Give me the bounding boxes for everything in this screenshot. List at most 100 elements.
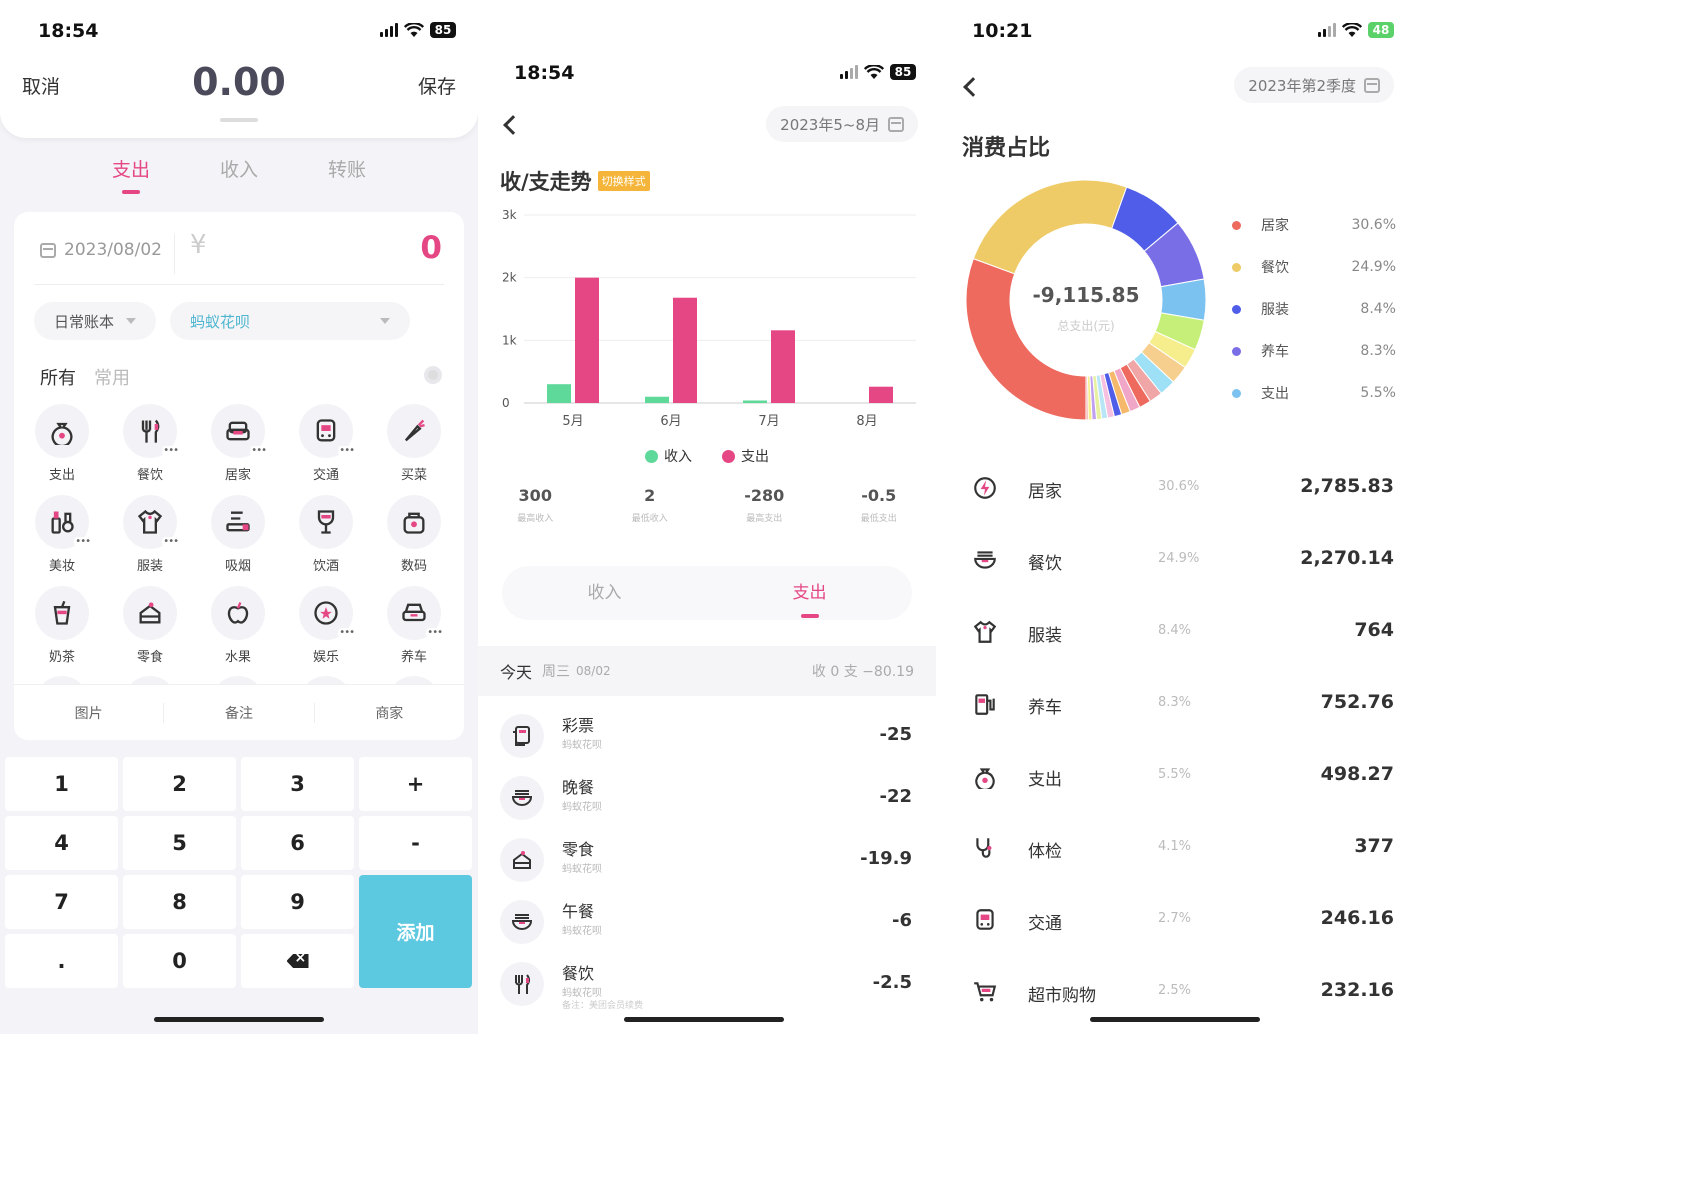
- donut-slice[interactable]: [1085, 375, 1089, 421]
- category-item[interactable]: 吸烟: [194, 495, 282, 574]
- note-button[interactable]: 备注: [164, 702, 315, 723]
- key-3[interactable]: 3: [241, 757, 354, 811]
- category-item[interactable]: 买菜: [370, 404, 458, 483]
- category-item[interactable]: 数码: [370, 495, 458, 574]
- amount-input[interactable]: 0: [420, 230, 442, 266]
- total-amount: -9,115.85: [1033, 283, 1140, 307]
- y-tick-label: 0: [502, 396, 510, 410]
- key-dot[interactable]: .: [5, 934, 118, 988]
- transaction-row[interactable]: 午餐 蚂蚁花呗 -6: [478, 894, 936, 958]
- category-item[interactable]: ••• 养车: [370, 586, 458, 665]
- key-8[interactable]: 8: [123, 875, 236, 929]
- legend-swatch: [1232, 262, 1241, 272]
- ranking-percent: 8.3%: [1158, 695, 1192, 710]
- filter-all[interactable]: 所有: [40, 364, 76, 390]
- date-picker[interactable]: 2023/08/02: [40, 240, 162, 260]
- category-item[interactable]: ••• 交通: [282, 404, 370, 483]
- back-icon[interactable]: [503, 115, 523, 135]
- ranking-row[interactable]: 餐饮 24.9% 2,270.14: [936, 523, 1416, 595]
- key-5[interactable]: 5: [123, 816, 236, 870]
- battery-icon: 85: [430, 22, 456, 38]
- date-range-picker[interactable]: 2023年第2季度: [1234, 67, 1394, 103]
- expense-bar[interactable]: [673, 297, 697, 403]
- tab-income[interactable]: 收入: [220, 155, 258, 182]
- expense-bar[interactable]: [869, 386, 893, 403]
- income-bar[interactable]: [743, 400, 767, 403]
- key-1[interactable]: 1: [5, 757, 118, 811]
- key-2[interactable]: 2: [123, 757, 236, 811]
- key-minus[interactable]: -: [359, 816, 472, 870]
- category-item[interactable]: 支出: [18, 404, 106, 483]
- ranking-row[interactable]: 支出 5.5% 498.27: [936, 739, 1416, 811]
- chart-title-text: 收/支走势: [500, 170, 592, 194]
- category-item[interactable]: 零食: [106, 586, 194, 665]
- category-label: 支出: [48, 468, 75, 483]
- bus-icon: [972, 907, 998, 933]
- category-item[interactable]: 水果: [194, 586, 282, 665]
- category-item[interactable]: ••• 服装: [106, 495, 194, 574]
- transaction-row[interactable]: 零食 蚂蚁花呗 -19.9: [478, 832, 936, 896]
- key-0[interactable]: 0: [123, 934, 236, 988]
- account-select[interactable]: 蚂蚁花呗: [170, 302, 410, 340]
- income-bar[interactable]: [547, 384, 571, 403]
- legend-name: 支出: [1261, 386, 1289, 402]
- transaction-account: 蚂蚁花呗: [562, 864, 602, 875]
- category-item[interactable]: 饮酒: [282, 495, 370, 574]
- segment-income[interactable]: 收入: [502, 566, 707, 620]
- ranking-row[interactable]: 居家 30.6% 2,785.83: [936, 451, 1416, 523]
- sheet-handle[interactable]: [220, 118, 258, 122]
- key-6[interactable]: 6: [241, 816, 354, 870]
- total-label: 总支出(元): [1057, 319, 1114, 333]
- tab-transfer[interactable]: 转账: [328, 155, 366, 182]
- transaction-account: 蚂蚁花呗: [562, 926, 602, 937]
- segment-expense[interactable]: 支出: [707, 566, 912, 620]
- ranking-row[interactable]: 交通 2.7% 246.16: [936, 883, 1416, 955]
- ledger-select[interactable]: 日常账本: [34, 302, 156, 340]
- image-button[interactable]: 图片: [14, 702, 165, 723]
- transaction-row[interactable]: 餐饮 蚂蚁花呗 备注：美团会员续费 -2.5: [478, 956, 936, 1020]
- expense-bar[interactable]: [771, 330, 795, 403]
- bowl-icon: [972, 547, 998, 573]
- key-plus[interactable]: +: [359, 757, 472, 811]
- backspace-key[interactable]: [241, 934, 354, 988]
- back-icon[interactable]: [963, 77, 983, 97]
- income-bar[interactable]: [645, 396, 669, 403]
- car-icon: •••: [387, 586, 443, 640]
- switch-style-button[interactable]: 切换样式: [597, 171, 650, 191]
- category-item[interactable]: ••• 美妆: [18, 495, 106, 574]
- key-4[interactable]: 4: [5, 816, 118, 870]
- date-range-value: 2023年5~8月: [780, 115, 880, 134]
- ranking-row[interactable]: 养车 8.3% 752.76: [936, 667, 1416, 739]
- legend-name: 养车: [1261, 344, 1289, 360]
- ranking-row[interactable]: 体检 4.1% 377: [936, 811, 1416, 883]
- date-range-picker[interactable]: 2023年5~8月: [766, 106, 918, 142]
- category-item[interactable]: ••• 娱乐: [282, 586, 370, 665]
- settings-icon[interactable]: [424, 366, 442, 384]
- signal-icon: [380, 23, 398, 37]
- add-entry-screen: 18:54 85 取消 0.00 保存 支出 收入 转账 2023/08/02 …: [0, 0, 478, 1034]
- carrot-icon: [387, 404, 441, 458]
- shopping-cart-icon: [972, 979, 998, 1005]
- stethoscope-icon: [972, 835, 998, 861]
- cigarette-icon: [211, 495, 265, 549]
- expense-bar[interactable]: [575, 277, 599, 403]
- ranking-row[interactable]: 服装 8.4% 764: [936, 595, 1416, 667]
- merchant-button[interactable]: 商家: [315, 703, 464, 723]
- legend-swatch: [1232, 220, 1241, 230]
- transaction-row[interactable]: 晚餐 蚂蚁花呗 -22: [478, 770, 936, 834]
- ranking-amount: 2,270.14: [1300, 547, 1394, 569]
- tab-expense[interactable]: 支出: [112, 155, 150, 194]
- key-7[interactable]: 7: [5, 875, 118, 929]
- ranking-name: 养车: [1028, 698, 1062, 718]
- category-item[interactable]: 奶茶: [18, 586, 106, 665]
- transaction-row[interactable]: 彩票 蚂蚁花呗 -25: [478, 708, 936, 772]
- category-item[interactable]: ••• 餐饮: [106, 404, 194, 483]
- status-time: 18:54: [514, 62, 575, 84]
- category-item[interactable]: ••• 居家: [194, 404, 282, 483]
- key-9[interactable]: 9: [241, 875, 354, 929]
- more-icon: •••: [162, 445, 179, 456]
- filter-common[interactable]: 常用: [94, 364, 130, 390]
- add-button[interactable]: 添加: [359, 875, 472, 988]
- save-button[interactable]: 保存: [418, 72, 456, 99]
- ranking-name: 体检: [1028, 842, 1062, 862]
